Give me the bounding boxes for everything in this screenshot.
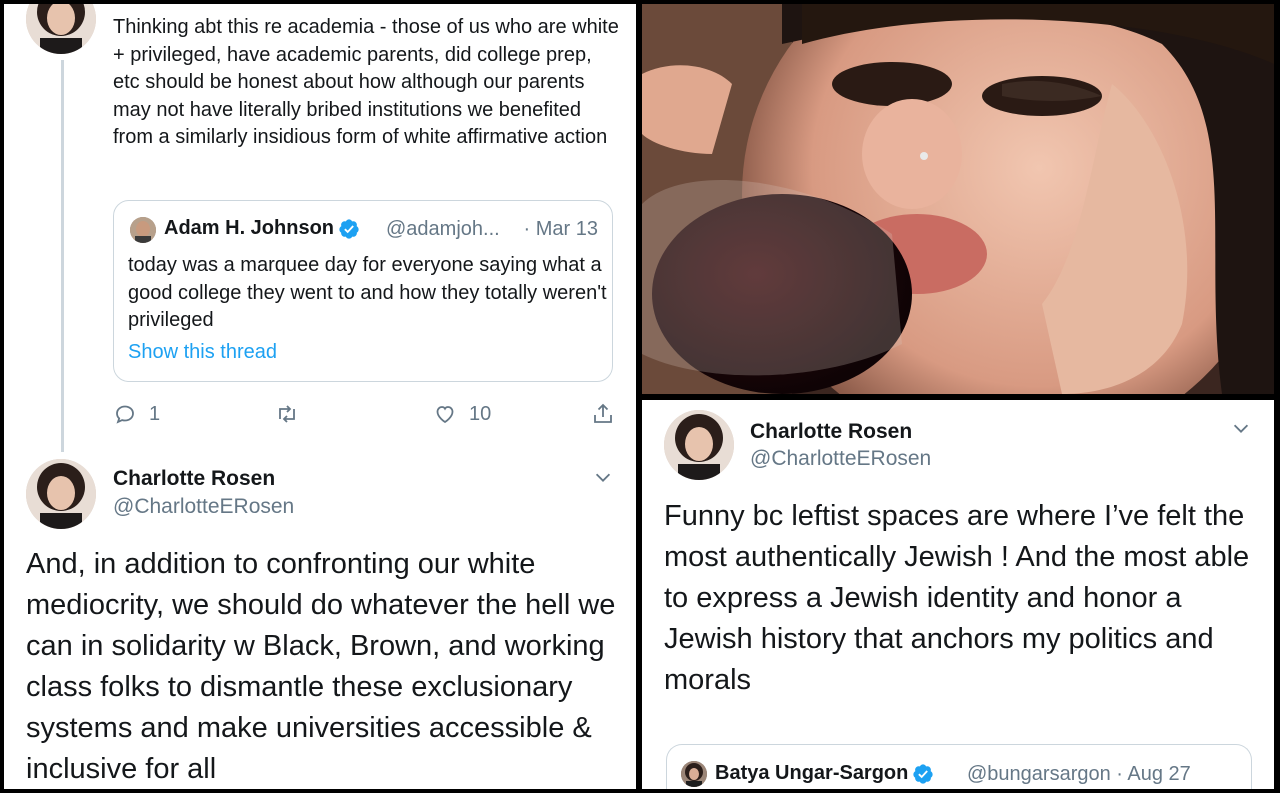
- quote-author-name[interactable]: Batya Ungar-Sargon: [715, 762, 934, 785]
- chevron-down-icon[interactable]: [1230, 417, 1252, 439]
- author-handle[interactable]: @CharlotteERosen: [750, 447, 931, 471]
- verified-badge-icon: [339, 219, 359, 239]
- author-handle[interactable]: @CharlotteERosen: [113, 495, 294, 519]
- retweet-button[interactable]: [275, 402, 311, 426]
- like-count: 10: [469, 402, 492, 425]
- thread-connector-line: [61, 60, 64, 452]
- quoted-tweet[interactable]: Batya Ungar-Sargon @bungarsargon · Aug 2…: [666, 744, 1252, 789]
- quote-author-name-text: Batya Ungar-Sargon: [715, 762, 909, 784]
- left-tweet-panel: Thinking abt this re academia - those of…: [4, 4, 636, 789]
- author-name[interactable]: Charlotte Rosen: [750, 420, 912, 444]
- show-thread-link[interactable]: Show this thread: [128, 341, 277, 364]
- retweet-icon: [279, 405, 295, 423]
- tweet-action-bar: 1 10: [113, 402, 623, 432]
- quoted-tweet[interactable]: Adam H. Johnson @adamjoh... · Mar 13 tod…: [113, 200, 613, 382]
- reply-icon: [116, 405, 134, 424]
- heart-icon: [436, 406, 454, 424]
- quote-author-handle[interactable]: @bungarsargon · Aug 27: [967, 763, 1191, 786]
- right-tweet-panel: Charlotte Rosen @CharlotteERosen Funny b…: [642, 400, 1274, 789]
- share-button[interactable]: [591, 402, 615, 426]
- photo-image: [642, 4, 1274, 394]
- reply-count: 1: [149, 402, 161, 425]
- avatar[interactable]: [26, 459, 96, 529]
- author-name[interactable]: Charlotte Rosen: [113, 467, 275, 491]
- like-button[interactable]: 10: [433, 402, 491, 426]
- tweet-text: Funny bc leftist spaces are where I’ve f…: [664, 500, 1250, 696]
- tweet-text: And, in addition to confronting our whit…: [26, 548, 616, 785]
- reply-button[interactable]: 1: [113, 402, 160, 426]
- verified-badge-icon: [913, 764, 933, 784]
- quote-avatar: [130, 217, 156, 243]
- quote-date[interactable]: · Mar 13: [524, 218, 598, 241]
- avatar[interactable]: [26, 4, 96, 54]
- chevron-down-icon[interactable]: [592, 466, 614, 488]
- quote-author-name-text: Adam H. Johnson: [164, 217, 335, 239]
- quote-author-handle[interactable]: @adamjoh...: [386, 218, 500, 241]
- photo: [642, 4, 1274, 394]
- quote-avatar: [681, 761, 707, 787]
- tweet-text: Thinking abt this re academia - those of…: [113, 16, 619, 148]
- quote-author-name[interactable]: Adam H. Johnson: [164, 217, 360, 240]
- avatar[interactable]: [664, 410, 734, 480]
- quote-text: today was a marquee day for everyone say…: [128, 254, 607, 331]
- share-icon: [594, 403, 612, 423]
